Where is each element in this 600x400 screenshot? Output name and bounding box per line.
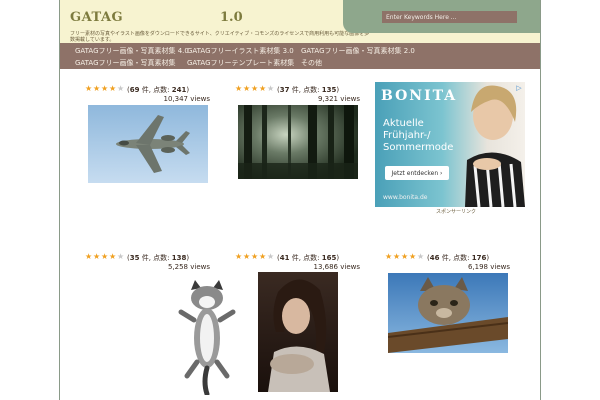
search-input[interactable] <box>382 11 517 23</box>
nav-item-gatag-2[interactable]: GATAGフリー画像・写真素材集 2.0 <box>301 46 415 56</box>
site-title[interactable]: GATAG <box>70 10 123 25</box>
vote-count: (35 件, 点数: 138) <box>127 254 190 262</box>
star-rating[interactable]: ★ ★ ★ ★ ★ <box>85 253 125 261</box>
star-icon: ★ <box>93 252 101 261</box>
star-rating[interactable]: ★ ★ ★ ★ ★ <box>235 85 275 93</box>
page-container: GATAG 1.0 フリー素材の写真やイラスト画像をダウンロードできるサイト、ク… <box>59 0 541 400</box>
ad-banner[interactable]: BONITA Aktuelle Frühjahr-/ Sommermode Je… <box>375 82 525 207</box>
star-icon: ★ <box>85 252 93 261</box>
thumbnail-image-woman[interactable] <box>258 272 338 392</box>
ad-brand-logo: BONITA <box>381 88 458 104</box>
page-background-left <box>0 0 59 400</box>
view-count: 6,198 views <box>467 263 510 271</box>
view-count: 10,347 views <box>163 95 210 103</box>
vote-count: (37 件, 点数: 135) <box>277 86 340 94</box>
kitten-illustration <box>178 280 236 395</box>
cat-on-log-illustration <box>388 277 508 353</box>
forest-illustration <box>238 105 358 179</box>
thumbnail-card: ★ ★ ★ ★ ★ (69 件, 点数: 241) 10,347 views <box>85 85 210 104</box>
fighter-jet-illustration <box>116 115 190 173</box>
site-version: 1.0 <box>220 10 243 25</box>
thumbnail-card: ★ ★ ★ ★ ★ (46 件, 点数: 176) 6,198 views <box>385 253 510 272</box>
star-icon: ★ <box>101 252 109 261</box>
vote-count: (46 件, 点数: 176) <box>427 254 490 262</box>
star-icon: ★ <box>409 252 417 261</box>
rating-row: ★ ★ ★ ★ ★ (37 件, 点数: 135) <box>235 85 360 95</box>
thumbnail-image-forest[interactable] <box>238 105 358 179</box>
rating-row: ★ ★ ★ ★ ★ (35 件, 点数: 138) <box>85 253 210 263</box>
star-rating[interactable]: ★ ★ ★ ★ ★ <box>85 85 125 93</box>
view-count: 13,686 views <box>313 263 360 271</box>
star-empty-icon: ★ <box>267 84 275 93</box>
star-icon: ★ <box>385 252 393 261</box>
site-tagline: フリー素材の写真やイラスト画像をダウンロードできるサイト、クリエイティブ・コモン… <box>70 31 370 43</box>
star-icon: ★ <box>393 252 401 261</box>
star-icon: ★ <box>259 84 267 93</box>
star-rating[interactable]: ★ ★ ★ ★ ★ <box>385 253 425 261</box>
view-count: 5,258 views <box>167 263 210 271</box>
thumbnail-card: ★ ★ ★ ★ ★ (37 件, 点数: 135) 9,321 views <box>235 85 360 104</box>
thumbnail-image-kitten[interactable] <box>177 280 237 395</box>
ad-url: www.bonita.de <box>383 194 428 201</box>
star-empty-icon: ★ <box>267 252 275 261</box>
star-icon: ★ <box>251 84 259 93</box>
thumbnail-card: ★ ★ ★ ★ ★ (35 件, 点数: 138) 5,258 views <box>85 253 210 272</box>
thumbnail-card: ★ ★ ★ ★ ★ (41 件, 点数: 165) 13,686 views <box>235 253 360 272</box>
ad-info-icon[interactable]: ▷ <box>515 84 523 92</box>
star-icon: ★ <box>93 84 101 93</box>
star-empty-icon: ★ <box>117 252 125 261</box>
view-count: 9,321 views <box>317 95 360 103</box>
nav-item-gatag-illust-3[interactable]: GATAGフリーイラスト素材集 3.0 <box>187 46 294 56</box>
star-icon: ★ <box>235 252 243 261</box>
star-icon: ★ <box>401 252 409 261</box>
star-icon: ★ <box>109 252 117 261</box>
rating-row: ★ ★ ★ ★ ★ (41 件, 点数: 165) <box>235 253 360 263</box>
thumbnail-image-cat-on-log[interactable] <box>388 273 508 353</box>
star-icon: ★ <box>85 84 93 93</box>
rating-row: ★ ★ ★ ★ ★ (46 件, 点数: 176) <box>385 253 510 263</box>
vote-count: (41 件, 点数: 165) <box>277 254 340 262</box>
star-empty-icon: ★ <box>117 84 125 93</box>
ad-caption: スポンサーリンク <box>436 209 477 215</box>
nav-item-gatag-template[interactable]: GATAGフリーテンプレート素材集 <box>187 58 294 68</box>
woman-portrait-illustration <box>268 279 330 392</box>
nav-item-gatag[interactable]: GATAGフリー画像・写真素材集 <box>75 58 176 68</box>
star-icon: ★ <box>251 252 259 261</box>
thumbnail-image-fighter-jet[interactable] <box>88 105 208 183</box>
star-icon: ★ <box>235 84 243 93</box>
star-icon: ★ <box>259 252 267 261</box>
rating-row: ★ ★ ★ ★ ★ (69 件, 点数: 241) <box>85 85 210 95</box>
main-nav: GATAGフリー画像・写真素材集 4.0 GATAGフリーイラスト素材集 3.0… <box>60 43 540 69</box>
star-rating[interactable]: ★ ★ ★ ★ ★ <box>235 253 275 261</box>
star-icon: ★ <box>109 84 117 93</box>
star-icon: ★ <box>243 84 251 93</box>
star-empty-icon: ★ <box>417 252 425 261</box>
star-icon: ★ <box>101 84 109 93</box>
nav-item-other[interactable]: その他 <box>301 58 322 68</box>
page-background-right <box>541 0 600 400</box>
ad-headline: Aktuelle Frühjahr-/ Sommermode <box>383 118 454 153</box>
star-icon: ★ <box>243 252 251 261</box>
ad-cta-button[interactable]: Jetzt entdecken › <box>385 166 449 180</box>
vote-count: (69 件, 点数: 241) <box>127 86 190 94</box>
nav-item-gatag-4[interactable]: GATAGフリー画像・写真素材集 4.0 <box>75 46 189 56</box>
